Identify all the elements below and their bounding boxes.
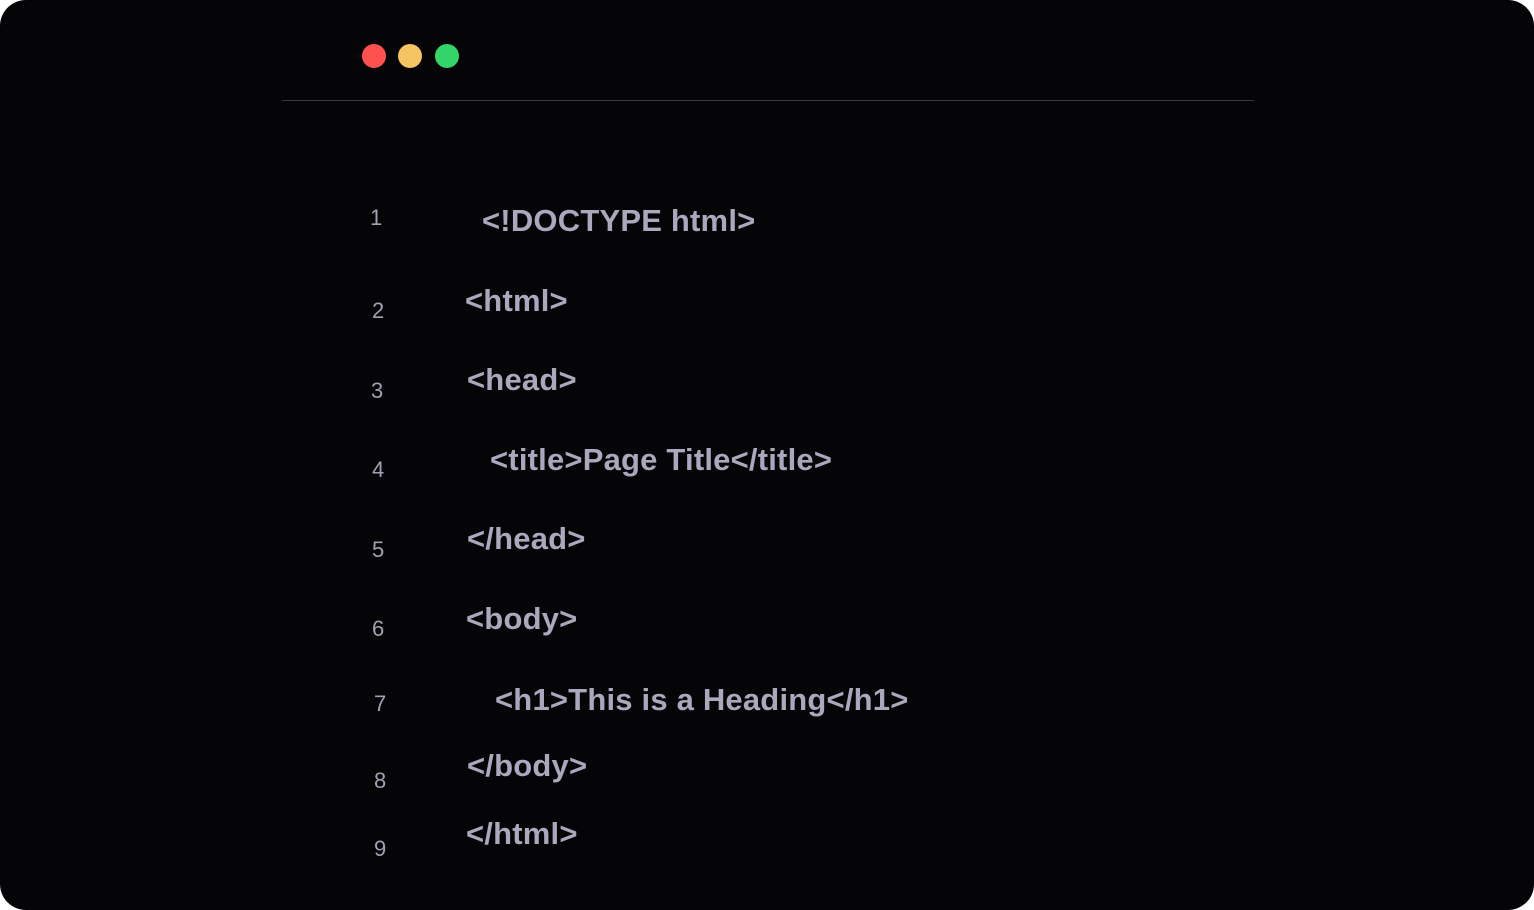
- code-line[interactable]: </html>: [466, 818, 578, 849]
- code-line[interactable]: <html>: [465, 285, 568, 316]
- line-number: 3: [371, 378, 384, 403]
- line-number: 9: [374, 836, 387, 861]
- close-window-dot[interactable]: [362, 44, 386, 68]
- code-line[interactable]: <body>: [466, 603, 577, 634]
- code-line[interactable]: <title>Page Title</title>: [490, 444, 832, 475]
- code-line[interactable]: </head>: [467, 523, 586, 554]
- code-line[interactable]: <!DOCTYPE html>: [482, 205, 755, 236]
- minimize-window-dot[interactable]: [398, 44, 422, 68]
- title-bar-divider: [282, 100, 1254, 101]
- line-number: 8: [374, 768, 387, 793]
- code-line[interactable]: </body>: [467, 750, 587, 781]
- line-number: 4: [372, 457, 385, 482]
- line-number: 1: [370, 205, 383, 230]
- line-number: 7: [374, 691, 387, 716]
- maximize-window-dot[interactable]: [435, 44, 459, 68]
- code-line[interactable]: <h1>This is a Heading</h1>: [495, 684, 909, 715]
- line-number: 2: [372, 298, 385, 323]
- code-line[interactable]: <head>: [467, 364, 577, 395]
- line-number: 6: [372, 616, 385, 641]
- code-window: 1 <!DOCTYPE html> 2 <html> 3 <head> 4 <t…: [0, 0, 1534, 910]
- line-number: 5: [372, 537, 385, 562]
